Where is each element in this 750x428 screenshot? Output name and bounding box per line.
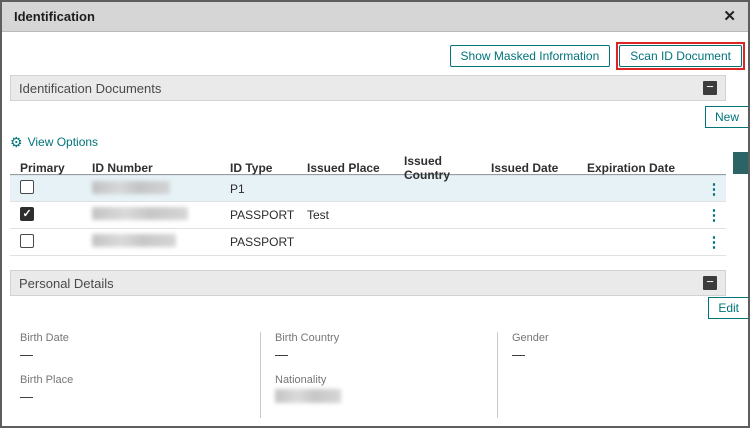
birth-date-label: Birth Date xyxy=(20,332,69,344)
table-row[interactable]: P1 ⋮ xyxy=(10,175,726,202)
edit-button[interactable]: Edit xyxy=(708,297,748,319)
id-type-cell: PASSPORT xyxy=(230,235,295,249)
masked-id-number xyxy=(92,180,170,194)
identification-documents-section-header: Identification Documents − xyxy=(10,75,726,101)
gender-value: — xyxy=(512,347,525,362)
primary-checkbox[interactable] xyxy=(20,206,34,221)
gender-label: Gender xyxy=(512,332,549,344)
primary-checkbox[interactable] xyxy=(20,180,34,194)
col-header-expiration-date: Expiration Date xyxy=(587,161,676,175)
col-header-issued-date: Issued Date xyxy=(491,161,559,175)
masked-id-number xyxy=(92,234,176,247)
personal-details-section-header: Personal Details − xyxy=(10,270,726,296)
new-button[interactable]: New xyxy=(704,106,748,128)
birth-country-value: — xyxy=(275,347,288,362)
row-menu-kebab-icon[interactable]: ⋮ xyxy=(702,180,726,198)
nationality-label: Nationality xyxy=(275,374,327,386)
modal-titlebar: Identification ✕ xyxy=(2,2,748,32)
id-type-cell: PASSPORT xyxy=(230,208,295,222)
col-header-primary: Primary xyxy=(20,161,65,175)
view-options: ⚙ View Options xyxy=(10,133,726,150)
masked-id-number xyxy=(92,207,188,220)
col-header-issued-place: Issued Place xyxy=(307,161,380,175)
personal-column-1: Birth Date — Birth Place — xyxy=(10,332,260,418)
top-actions: Show Masked Information Scan ID Document xyxy=(2,42,748,70)
id-type-cell: P1 xyxy=(230,181,245,196)
view-options-link[interactable]: View Options xyxy=(28,135,98,149)
birth-date-field: Birth Date — xyxy=(20,332,260,362)
birth-country-field: Birth Country — xyxy=(275,332,497,362)
table-row[interactable]: PASSPORT Test ⋮ xyxy=(10,202,726,229)
row-menu-kebab-icon[interactable]: ⋮ xyxy=(702,206,726,224)
birth-date-value: — xyxy=(20,347,33,362)
documents-body: ⚙ View Options Primary ID Number ID Type… xyxy=(10,133,726,256)
id-number-cell xyxy=(92,207,230,223)
birth-place-value: — xyxy=(20,389,33,404)
id-number-cell xyxy=(92,180,230,197)
red-annotation-box: Scan ID Document xyxy=(616,42,745,70)
show-masked-information-button[interactable]: Show Masked Information xyxy=(449,45,611,67)
masked-nationality xyxy=(275,389,341,403)
gender-field: Gender — xyxy=(512,332,726,362)
nationality-field: Nationality xyxy=(275,374,497,406)
identification-documents-title: Identification Documents xyxy=(19,80,162,96)
table-header-corner-button[interactable] xyxy=(733,152,748,174)
personal-details-body: Birth Date — Birth Place — Birth Country… xyxy=(10,296,726,418)
birth-country-label: Birth Country xyxy=(275,332,340,344)
gear-icon[interactable]: ⚙ xyxy=(10,135,23,149)
primary-cell xyxy=(20,233,92,251)
scan-id-document-button[interactable]: Scan ID Document xyxy=(619,45,742,67)
personal-column-3: Gender — xyxy=(497,332,726,418)
table-header-row: Primary ID Number ID Type Issued Place I… xyxy=(10,154,726,182)
collapse-personal-icon[interactable]: − xyxy=(703,275,717,290)
modal-title: Identification xyxy=(14,9,95,24)
close-icon[interactable]: ✕ xyxy=(723,9,736,24)
birth-place-field: Birth Place — xyxy=(20,374,260,404)
col-header-issued-country: Issued Country xyxy=(404,154,450,182)
primary-cell xyxy=(20,206,92,224)
nationality-value xyxy=(275,389,497,406)
birth-place-label: Birth Place xyxy=(20,374,74,386)
primary-cell xyxy=(20,180,92,197)
col-header-id-type: ID Type xyxy=(230,161,273,175)
col-header-id-number: ID Number xyxy=(92,161,153,175)
table-row[interactable]: PASSPORT ⋮ xyxy=(10,229,726,256)
personal-details-title: Personal Details xyxy=(19,275,114,291)
identification-modal: Identification ✕ Show Masked Information… xyxy=(0,0,750,428)
id-number-cell xyxy=(92,234,230,250)
personal-column-2: Birth Country — Nationality xyxy=(260,332,497,418)
issued-place-cell: Test xyxy=(307,208,330,222)
collapse-documents-icon[interactable]: − xyxy=(703,80,717,95)
row-menu-kebab-icon[interactable]: ⋮ xyxy=(702,233,726,251)
primary-checkbox[interactable] xyxy=(20,233,34,248)
